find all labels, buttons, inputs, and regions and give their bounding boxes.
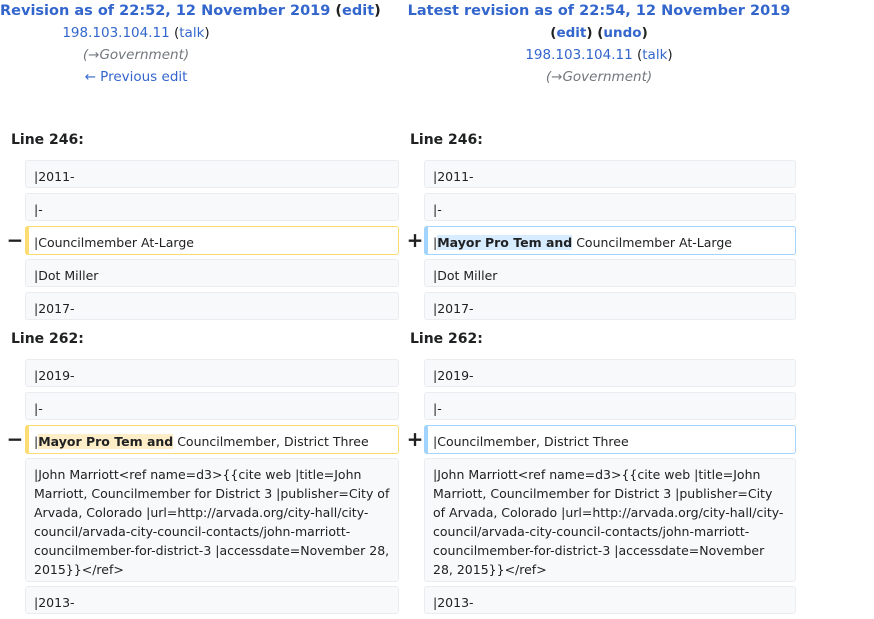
- added-line: |Councilmember, District Three: [424, 425, 796, 454]
- context-line: |2019-: [424, 359, 796, 387]
- inserted-text: Mayor Pro Tem and: [437, 235, 573, 250]
- context-line: |-: [25, 392, 399, 420]
- left-edit-comment: (→Government): [82, 47, 190, 63]
- deletion-marker: −: [6, 228, 24, 252]
- right-revision-header: Latest revision as of 22:54, 12 November…: [398, 0, 800, 88]
- left-user-link[interactable]: 198.103.104.11: [62, 25, 169, 41]
- previous-edit-link[interactable]: ← Previous edit: [85, 69, 188, 85]
- addition-marker: +: [406, 228, 424, 252]
- deleted-line: |Mayor Pro Tem and Councilmember, Distri…: [25, 425, 399, 454]
- right-revision-link[interactable]: Latest revision as of 22:54, 12 November…: [408, 3, 791, 19]
- context-line: |2013-: [25, 586, 399, 614]
- left-talk-link[interactable]: talk: [179, 25, 204, 41]
- line-number-right: Line 246:: [410, 132, 483, 148]
- line-number-left: Line 246:: [11, 132, 84, 148]
- right-talk-link[interactable]: talk: [642, 47, 667, 63]
- deletion-marker: −: [6, 427, 24, 451]
- context-line: |Dot Miller: [25, 259, 399, 287]
- left-revision-header: Revision as of 22:52, 12 November 2019 (…: [0, 3, 381, 85]
- context-line: |-: [25, 193, 399, 221]
- added-line: |Mayor Pro Tem and Councilmember At-Larg…: [424, 226, 796, 255]
- context-line: |2017-: [424, 292, 796, 320]
- context-line: |2011-: [424, 160, 796, 188]
- line-number-right: Line 262:: [410, 331, 483, 347]
- removed-text: Mayor Pro Tem and: [38, 434, 174, 449]
- context-line: |John Marriott<ref name=d3>{{cite web |t…: [25, 458, 399, 582]
- left-edit-link[interactable]: edit: [342, 3, 374, 19]
- deleted-line: |Councilmember At-Large: [25, 226, 399, 255]
- line-number-left: Line 262:: [11, 331, 84, 347]
- context-line: |2017-: [25, 292, 399, 320]
- context-line: |Dot Miller: [424, 259, 796, 287]
- context-line: |2019-: [25, 359, 399, 387]
- undo-link[interactable]: undo: [603, 25, 641, 41]
- context-line: |-: [424, 193, 796, 221]
- right-user-link[interactable]: 198.103.104.11: [525, 47, 632, 63]
- context-line: |2011-: [25, 160, 399, 188]
- context-line: |John Marriott<ref name=d3>{{cite web |t…: [424, 458, 796, 582]
- left-revision-link[interactable]: Revision as of 22:52, 12 November 2019: [0, 3, 330, 19]
- right-edit-comment: (→Government): [545, 69, 653, 85]
- context-line: |2013-: [424, 586, 796, 614]
- context-line: |-: [424, 392, 796, 420]
- right-edit-link[interactable]: edit: [556, 25, 586, 41]
- addition-marker: +: [406, 427, 424, 451]
